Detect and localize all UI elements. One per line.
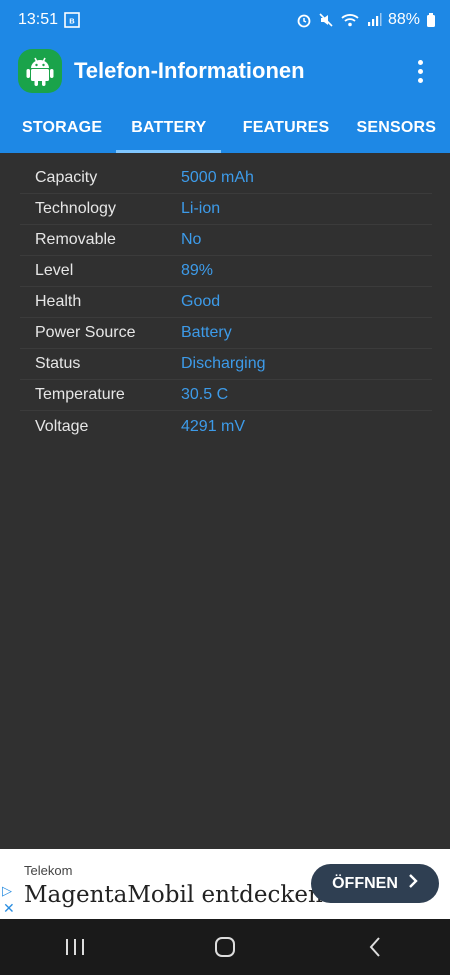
info-label: Technology (35, 200, 116, 217)
info-label: Capacity (35, 169, 98, 186)
info-value: No (181, 231, 202, 248)
info-value: Li-ion (181, 200, 221, 217)
tab-storage[interactable]: STORAGE (0, 102, 124, 153)
info-label: Voltage (35, 417, 89, 435)
info-value: Discharging (181, 355, 266, 372)
tab-features[interactable]: FEATURES (227, 102, 344, 153)
wifi-icon (340, 12, 360, 28)
ad-brand: Telekom (24, 863, 73, 878)
tab-sensors[interactable]: SENSORS (343, 102, 450, 153)
overflow-menu-icon[interactable] (408, 51, 432, 91)
tab-bar: STORAGE BATTERY FEATURES SENSORS (0, 102, 450, 153)
signal-icon (366, 12, 382, 28)
ad-close-icon[interactable]: ✕ (3, 900, 15, 917)
info-label: Temperature (35, 386, 125, 403)
ad-banner[interactable]: ▷ ✕ Telekom MagentaMobil entdecken ÖFFNE… (0, 849, 450, 919)
chevron-right-icon (408, 874, 418, 893)
info-value: 4291 mV (181, 417, 246, 435)
app-title: Telefon-Informationen (74, 58, 305, 83)
info-label: Status (35, 355, 81, 372)
info-row-level: Level 89% (20, 256, 432, 287)
system-nav-bar (0, 919, 450, 975)
info-row-temperature: Temperature 30.5 C (20, 380, 432, 411)
ad-choices-icon[interactable]: ▷ (2, 883, 12, 899)
info-row-removable: Removable No (20, 225, 432, 256)
info-value: Good (181, 293, 221, 310)
info-row-status: Status Discharging (20, 349, 432, 380)
battery-icon (426, 12, 436, 28)
info-value: 5000 mAh (181, 169, 254, 186)
ad-headline[interactable]: MagentaMobil entdecken (24, 882, 323, 908)
info-value: 30.5 C (181, 386, 229, 403)
info-label: Power Source (35, 324, 136, 341)
battery-percent: 88% (387, 11, 420, 28)
ad-open-button[interactable]: ÖFFNEN (311, 864, 439, 903)
alarm-icon (296, 12, 312, 28)
back-icon[interactable] (345, 927, 405, 967)
info-label: Removable (35, 231, 116, 248)
battery-info-list: Capacity 5000 mAh Technology Li-ion Remo… (20, 163, 432, 442)
status-bar: 13:51 B 88% (0, 0, 450, 40)
info-value: 89% (181, 262, 214, 279)
recent-apps-icon[interactable] (45, 927, 105, 967)
info-label: Level (35, 262, 74, 279)
status-time: 13:51 (18, 11, 59, 28)
bild-app-icon: B (64, 12, 80, 28)
info-row-technology: Technology Li-ion (20, 194, 432, 225)
mute-icon (318, 12, 334, 28)
info-row-capacity: Capacity 5000 mAh (20, 163, 432, 194)
app-bar: Telefon-Informationen (0, 40, 450, 102)
svg-text:B: B (69, 17, 75, 26)
home-icon[interactable] (195, 927, 255, 967)
info-label: Health (35, 293, 82, 310)
info-value: Battery (181, 324, 232, 341)
tab-battery[interactable]: BATTERY (116, 102, 222, 153)
android-logo-icon (18, 49, 62, 93)
ad-open-label: ÖFFNEN (332, 874, 398, 892)
info-row-power-source: Power Source Battery (20, 318, 432, 349)
info-row-health: Health Good (20, 287, 432, 318)
info-row-voltage: Voltage 4291 mV (20, 411, 432, 442)
